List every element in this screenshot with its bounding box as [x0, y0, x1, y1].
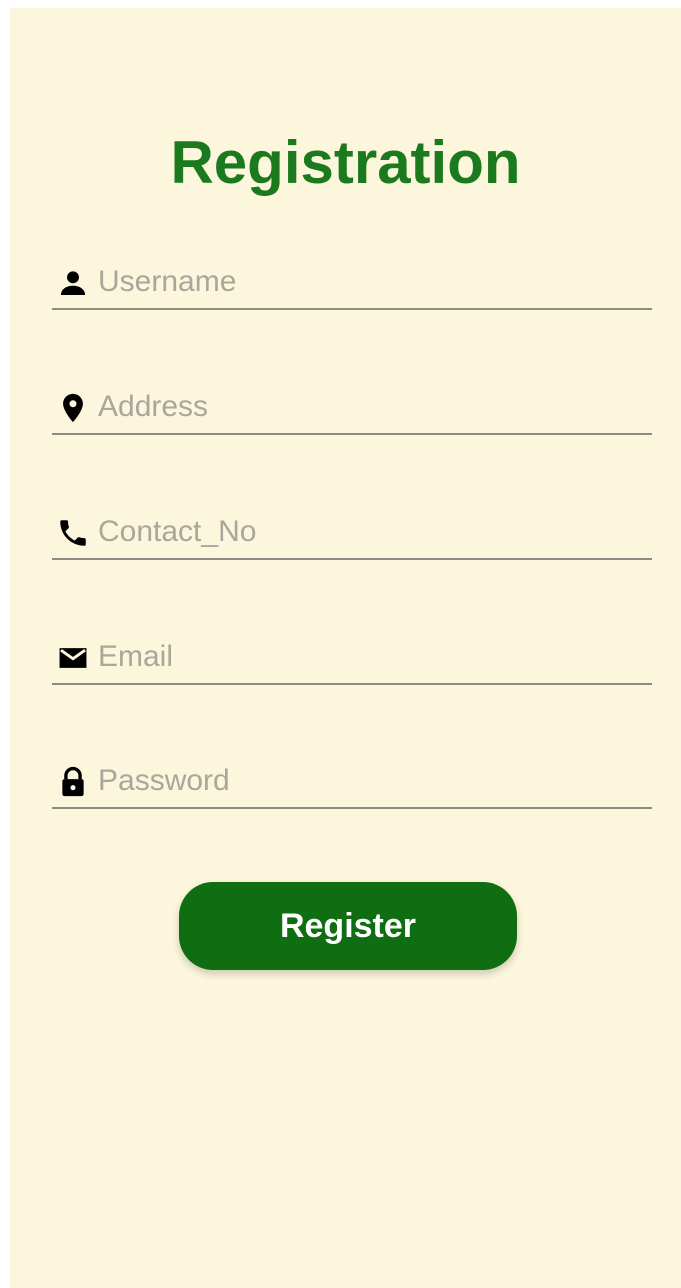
- email-field: [52, 633, 652, 685]
- contact-input[interactable]: [98, 512, 638, 552]
- username-field: [52, 258, 652, 310]
- address-input[interactable]: [98, 387, 638, 427]
- username-input[interactable]: [98, 262, 638, 302]
- person-icon: [56, 266, 90, 300]
- phone-icon: [56, 516, 90, 550]
- lock-icon: [56, 765, 90, 799]
- registration-screen: Registration Register: [10, 8, 681, 1288]
- address-field: [52, 383, 652, 435]
- page-title: Registration: [170, 129, 521, 196]
- password-field: [52, 757, 652, 809]
- register-button[interactable]: Register: [179, 882, 517, 970]
- email-input[interactable]: [98, 637, 638, 677]
- password-input[interactable]: [98, 761, 638, 801]
- contact-field: [52, 508, 652, 560]
- mail-icon: [56, 641, 90, 675]
- location-pin-icon: [56, 391, 90, 425]
